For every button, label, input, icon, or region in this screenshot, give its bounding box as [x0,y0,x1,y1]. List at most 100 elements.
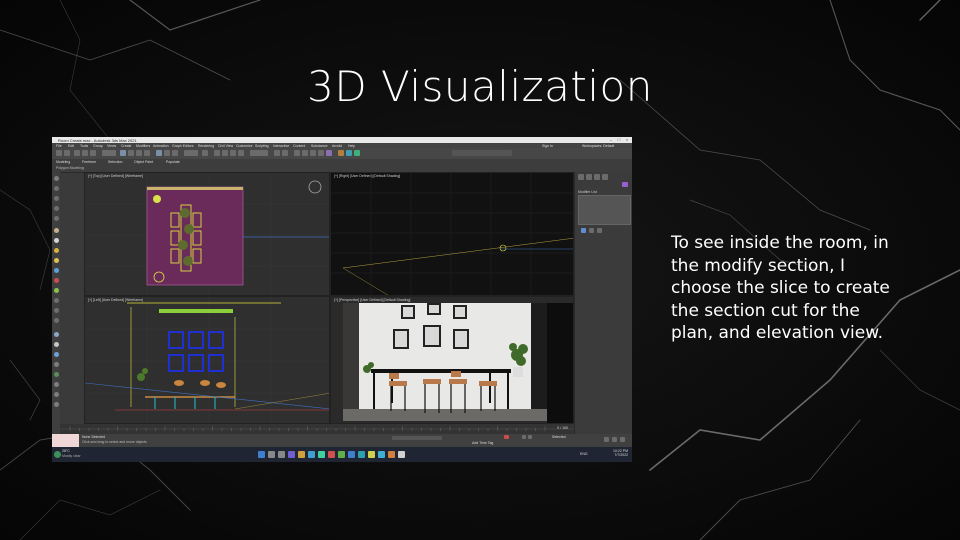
menu-arnold[interactable]: Arnold [332,144,342,148]
tool-icon[interactable] [53,392,59,397]
pan-icon[interactable] [612,437,617,442]
select-object-icon[interactable] [120,150,126,156]
menu-customize[interactable]: Customize [236,144,253,148]
app-icon[interactable] [328,451,335,458]
select-by-name-icon[interactable] [128,150,134,156]
tool-icon[interactable] [53,362,59,367]
app-icon[interactable] [398,451,405,458]
toggle-ribbon-icon[interactable] [302,150,308,156]
chat-icon[interactable] [288,451,295,458]
menu-modifiers[interactable]: Modifiers [136,144,150,148]
spinner-snap-icon[interactable] [238,150,244,156]
align-icon[interactable] [282,150,288,156]
pivot-icon[interactable] [202,150,208,156]
menu-scripting[interactable]: Scripting [255,144,269,148]
workspaces-select[interactable]: Workspaces: Default [582,144,614,148]
tool-icon[interactable] [53,308,59,313]
object-icon[interactable] [53,372,59,377]
menu-create[interactable]: Create [121,144,132,148]
material-editor-icon[interactable] [326,150,332,156]
object-icon[interactable] [53,228,59,233]
rectangle-selection-icon[interactable] [136,150,142,156]
app-icon[interactable] [348,451,355,458]
menu-help[interactable]: Help [348,144,355,148]
pin-stack-icon[interactable] [581,228,586,233]
motion-tab-icon[interactable] [602,174,608,180]
schematic-view-icon[interactable] [318,150,324,156]
system-clock[interactable]: 10:22 PM 7/7/2022 [613,449,628,457]
menu-content[interactable]: Content [293,144,305,148]
ribbon-tab-object-paint[interactable]: Object Paint [134,160,153,164]
selection-filter-select[interactable] [102,150,116,156]
menu-group[interactable]: Group [93,144,103,148]
light-icon[interactable] [53,258,59,263]
auto-key-icon[interactable] [504,435,509,439]
start-icon[interactable] [258,451,265,458]
edge-icon[interactable] [308,451,315,458]
viewport-perspective[interactable]: [+] [Perspective] [User Defined] [Defaul… [330,296,574,424]
show-end-result-icon[interactable] [589,228,594,233]
ribbon-tab-modeling[interactable]: Modeling [56,160,70,164]
weather-temp[interactable]: 28°C [62,449,70,453]
layer-explorer-icon[interactable] [294,150,300,156]
menu-civil-view[interactable]: Civil View [218,144,233,148]
next-frame-icon[interactable] [528,435,532,439]
color-swatch[interactable] [622,182,628,187]
menu-rendering[interactable]: Rendering [198,144,214,148]
tool-icon[interactable] [53,382,59,387]
bind-icon[interactable] [90,150,96,156]
hierarchy-tab-icon[interactable] [594,174,600,180]
menu-animation[interactable]: Animation [153,144,169,148]
create-icon[interactable] [53,176,59,181]
sign-in-link[interactable]: Sign In [542,144,553,148]
ribbon-tab-freeform[interactable]: Freeform [82,160,96,164]
maxscript-listener[interactable] [52,434,79,447]
ribbon-tab-selection[interactable]: Selection [108,160,122,164]
viewport-top[interactable]: [+] [Top] [User Defined] [Wireframe] [84,172,330,296]
ribbon-polygon-modeling[interactable]: Polygon Modeling [56,166,84,170]
file-explorer-icon[interactable] [298,451,305,458]
object-icon[interactable] [53,238,59,243]
tool-icon[interactable] [53,216,59,221]
curve-editor-icon[interactable] [310,150,316,156]
tool-icon[interactable] [53,206,59,211]
menu-graph-editors[interactable]: Graph Editors [172,144,194,148]
menu-tools[interactable]: Tools [80,144,88,148]
scale-icon[interactable] [172,150,178,156]
store-icon[interactable] [318,451,325,458]
window-crossing-icon[interactable] [144,150,150,156]
angle-snap-icon[interactable] [222,150,228,156]
unlink-icon[interactable] [82,150,88,156]
object-icon[interactable] [53,288,59,293]
viewport-right[interactable]: [+] [Right] [User Defined] [Default Shad… [330,172,574,296]
menu-substance[interactable]: Substance [311,144,328,148]
timeline[interactable]: 0 / 100 [60,424,574,434]
orbit-icon[interactable] [620,437,625,442]
tool-icon[interactable] [53,318,59,323]
app-icon[interactable] [388,451,395,458]
redo-icon[interactable] [64,150,70,156]
modify-tab-icon[interactable] [586,174,592,180]
light-icon[interactable] [53,248,59,253]
menu-views[interactable]: Views [107,144,116,148]
reference-coordinate-select[interactable] [184,150,198,156]
viewport-left[interactable]: [+] [Left] [User Defined] [Wireframe] [84,296,330,424]
object-icon[interactable] [53,332,59,337]
link-icon[interactable] [74,150,80,156]
coordinate-fields[interactable] [392,436,442,440]
rendered-frame-icon[interactable] [346,150,352,156]
snaps-toggle-icon[interactable] [214,150,220,156]
zoom-icon[interactable] [604,437,609,442]
3dsmax-icon[interactable] [358,451,365,458]
render-setup-icon[interactable] [338,150,344,156]
menu-edit[interactable]: Edit [68,144,74,148]
named-selection-select[interactable] [250,150,268,156]
create-tab-icon[interactable] [578,174,584,180]
ribbon-tab-populate[interactable]: Populate [166,160,180,164]
undo-icon[interactable] [56,150,62,156]
modifier-stack[interactable] [578,195,631,225]
tool-icon[interactable] [53,196,59,201]
play-icon[interactable] [522,435,526,439]
rotate-icon[interactable] [164,150,170,156]
render-production-icon[interactable] [354,150,360,156]
